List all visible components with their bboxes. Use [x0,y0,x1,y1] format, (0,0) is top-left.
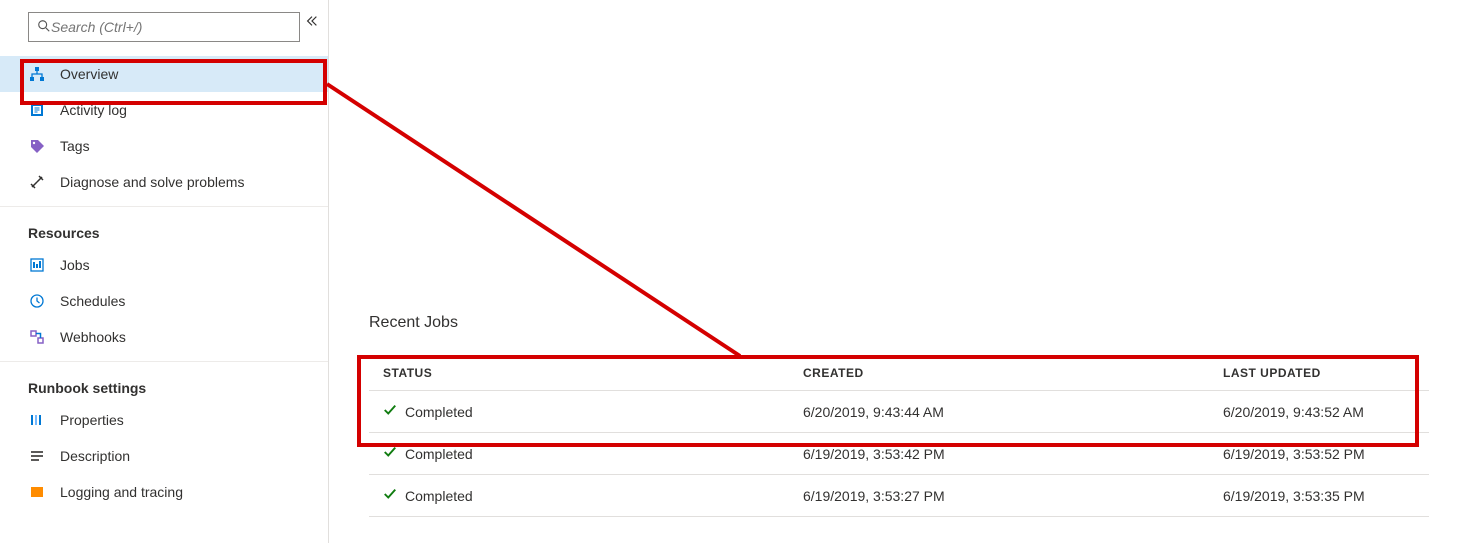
updated-value: 6/20/2019, 9:43:52 AM [1223,404,1415,420]
clock-icon [28,292,46,310]
created-value: 6/19/2019, 3:53:42 PM [803,446,1223,462]
wrench-icon [28,173,46,191]
sidebar-item-label: Jobs [60,257,90,273]
logging-icon [28,483,46,501]
status-value: Completed [405,404,473,420]
status-value: Completed [405,446,473,462]
sidebar-item-properties[interactable]: Properties [0,402,328,438]
sidebar-item-label: Overview [60,66,118,82]
sitemap-icon [28,65,46,83]
sidebar-section-resources: Resources [0,206,328,247]
col-status: STATUS [383,366,803,380]
chevron-double-left-icon [305,14,319,31]
sidebar-item-label: Properties [60,412,124,428]
sidebar-item-jobs[interactable]: Jobs [0,247,328,283]
sidebar-item-schedules[interactable]: Schedules [0,283,328,319]
sidebar-item-label: Diagnose and solve problems [60,174,244,190]
sidebar-item-label: Webhooks [60,329,126,345]
webhook-icon [28,328,46,346]
created-value: 6/19/2019, 3:53:27 PM [803,488,1223,504]
tag-icon [28,137,46,155]
sidebar-item-label: Logging and tracing [60,484,183,500]
col-updated: LAST UPDATED [1223,366,1415,380]
sidebar-item-label: Tags [60,138,90,154]
table-header: STATUS CREATED LAST UPDATED [369,356,1429,391]
check-icon [383,487,397,504]
sidebar-item-label: Description [60,448,130,464]
sidebar-item-label: Schedules [60,293,125,309]
sidebar-item-description[interactable]: Description [0,438,328,474]
description-icon [28,447,46,465]
updated-value: 6/19/2019, 3:53:52 PM [1223,446,1415,462]
sidebar-section-runbook: Runbook settings [0,361,328,402]
status-value: Completed [405,488,473,504]
sidebar-item-webhooks[interactable]: Webhooks [0,319,328,355]
sidebar-item-tags[interactable]: Tags [0,128,328,164]
recent-jobs-heading: Recent Jobs [369,314,458,332]
sidebar-item-label: Activity log [60,102,127,118]
sidebar-item-overview[interactable]: Overview [0,56,328,92]
main-content: Recent Jobs STATUS CREATED LAST UPDATED … [329,0,1469,543]
check-icon [383,403,397,420]
search-field[interactable] [51,19,291,35]
sidebar-item-logging[interactable]: Logging and tracing [0,474,328,510]
sidebar-item-diagnose[interactable]: Diagnose and solve problems [0,164,328,200]
log-icon [28,101,46,119]
jobs-icon [28,256,46,274]
check-icon [383,445,397,462]
table-row[interactable]: Completed 6/19/2019, 3:53:27 PM 6/19/201… [369,475,1429,517]
sidebar-item-activity-log[interactable]: Activity log [0,92,328,128]
recent-jobs-table: STATUS CREATED LAST UPDATED Completed 6/… [369,356,1429,517]
created-value: 6/20/2019, 9:43:44 AM [803,404,1223,420]
col-created: CREATED [803,366,1223,380]
properties-icon [28,411,46,429]
table-row[interactable]: Completed 6/20/2019, 9:43:44 AM 6/20/201… [369,391,1429,433]
search-icon [37,19,51,36]
updated-value: 6/19/2019, 3:53:35 PM [1223,488,1415,504]
sidebar: Overview Activity log Tags Diagnose and … [0,0,329,543]
collapse-sidebar-button[interactable] [302,12,322,32]
search-input[interactable] [28,12,300,42]
table-row[interactable]: Completed 6/19/2019, 3:53:42 PM 6/19/201… [369,433,1429,475]
